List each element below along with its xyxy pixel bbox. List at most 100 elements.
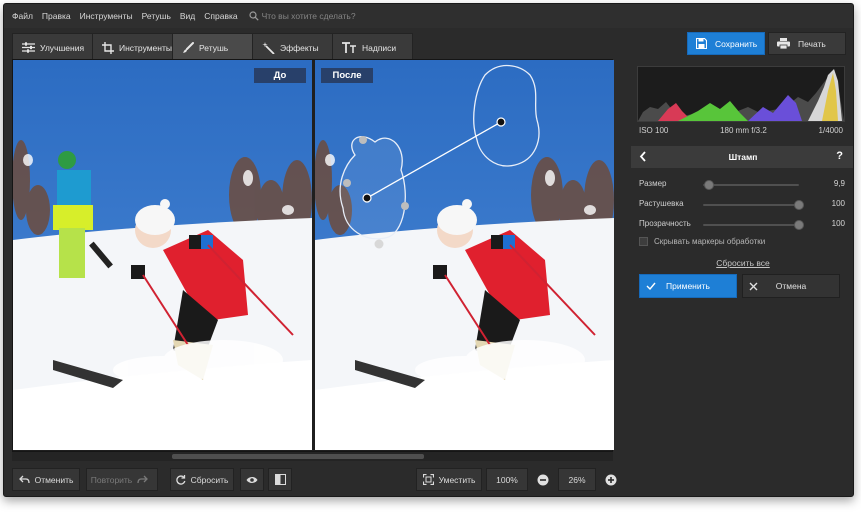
zoom-in-icon: [605, 474, 617, 485]
panel-title: Штамп: [728, 152, 758, 162]
zoom-out-button[interactable]: [532, 468, 554, 491]
redo-label: Повторить: [90, 474, 133, 485]
panel-header: Штамп ?: [631, 146, 853, 168]
fit-button[interactable]: Уместить: [416, 468, 482, 491]
crop-icon: [102, 41, 114, 54]
scrollbar-thumb[interactable]: [172, 454, 424, 459]
slider-size-label: Размер: [639, 179, 667, 188]
tab-tools-label: Инструменты: [118, 42, 172, 53]
slider-opacity-track[interactable]: [703, 224, 799, 226]
apply-button[interactable]: Применить: [639, 274, 737, 298]
slider-feather-track[interactable]: [703, 204, 799, 206]
histogram: [637, 66, 845, 122]
photo-after[interactable]: После: [315, 60, 614, 450]
exif-lens: 180 mm f/3.2: [720, 126, 767, 135]
magic-wand-icon: [262, 41, 275, 54]
menu-file[interactable]: Файл: [12, 11, 33, 21]
print-label: Печать: [798, 38, 826, 49]
tab-effects-label: Эффекты: [280, 42, 319, 53]
menu-bar: Файл Правка Инструменты Ретушь Вид Справ…: [4, 4, 853, 28]
slider-size-track[interactable]: [703, 184, 799, 186]
search-icon: [249, 11, 259, 21]
back-chevron-icon[interactable]: [639, 151, 647, 162]
fit-screen-icon: [422, 474, 434, 485]
zoom-level-display: 26%: [558, 468, 596, 491]
zoom-in-button[interactable]: [600, 468, 622, 491]
compare-toggle-button[interactable]: [268, 468, 292, 491]
zoom-out-icon: [537, 474, 549, 485]
save-icon: [696, 38, 707, 49]
image-canvas[interactable]: До После: [12, 59, 614, 452]
toolbar: Улучшения Инструменты Ретушь Эффекты Над…: [4, 28, 853, 61]
exif-shutter: 1/4000: [818, 126, 843, 135]
checkbox-box[interactable]: [639, 237, 648, 246]
slider-opacity[interactable]: Прозрачность 100: [639, 218, 849, 232]
slider-opacity-value: 100: [831, 219, 845, 228]
zoom-100-button[interactable]: 100%: [486, 468, 528, 491]
undo-icon: [18, 475, 30, 484]
print-button[interactable]: Печать: [768, 32, 846, 55]
slider-opacity-label: Прозрачность: [639, 219, 691, 228]
slider-size-thumb[interactable]: [703, 180, 714, 190]
brush-icon: [183, 41, 194, 53]
apply-label: Применить: [666, 281, 710, 291]
undo-label: Отменить: [34, 474, 74, 485]
tab-enhancements-label: Улучшения: [40, 42, 85, 53]
bottom-toolbar: Отменить Повторить Сбросить Уместить 100…: [4, 462, 622, 496]
command-search[interactable]: [249, 11, 392, 21]
slider-opacity-thumb[interactable]: [794, 220, 804, 230]
zoom-value: 26%: [568, 474, 586, 485]
cancel-button[interactable]: Отмена: [742, 274, 840, 298]
slider-size[interactable]: Размер 9,9: [639, 178, 849, 192]
before-label: До: [254, 68, 306, 83]
compare-icon: [274, 474, 286, 485]
slider-feather[interactable]: Растушевка 100: [639, 198, 849, 212]
menu-tools[interactable]: Инструменты: [80, 11, 133, 21]
menu-edit[interactable]: Правка: [42, 11, 71, 21]
cancel-label: Отмена: [775, 281, 807, 291]
tab-tools[interactable]: Инструменты: [92, 33, 173, 61]
reset-all-link[interactable]: Сбросить все: [631, 258, 853, 268]
tab-retouch[interactable]: Ретушь: [172, 33, 253, 61]
eye-icon: [246, 476, 258, 483]
horizontal-scrollbar[interactable]: [12, 452, 613, 461]
tab-enhancements[interactable]: Улучшения: [12, 33, 93, 61]
sliders-icon: [22, 42, 35, 53]
tab-effects[interactable]: Эффекты: [252, 33, 333, 61]
text-icon: [342, 42, 356, 53]
after-photo-image: [315, 60, 614, 450]
menu-view[interactable]: Вид: [180, 11, 195, 21]
tab-retouch-label: Ретушь: [199, 42, 229, 53]
tab-captions-label: Надписи: [362, 42, 397, 53]
tab-captions[interactable]: Надписи: [332, 33, 413, 61]
redo-icon: [137, 475, 149, 484]
printer-icon: [777, 38, 790, 49]
before-photo-image: [13, 60, 312, 450]
redo-button[interactable]: Повторить: [86, 468, 158, 491]
reset-button[interactable]: Сбросить: [170, 468, 234, 491]
exif-iso: ISO 100: [639, 126, 669, 135]
save-button[interactable]: Сохранить: [687, 32, 765, 55]
menu-help[interactable]: Справка: [204, 11, 237, 21]
histogram-graph: [638, 69, 844, 121]
fit-label: Уместить: [438, 474, 476, 485]
search-input[interactable]: [261, 11, 392, 21]
zoom-100-label: 100%: [496, 474, 518, 485]
undo-button[interactable]: Отменить: [12, 468, 80, 491]
preview-toggle-button[interactable]: [240, 468, 264, 491]
save-label: Сохранить: [715, 38, 758, 49]
menu-retouch[interactable]: Ретушь: [142, 11, 171, 21]
slider-feather-thumb[interactable]: [794, 200, 804, 210]
hide-markers-checkbox[interactable]: Скрывать маркеры обработки: [639, 237, 765, 246]
photo-before[interactable]: До: [13, 60, 312, 450]
right-panel: ISO 100 180 mm f/3.2 1/4000 Штамп ? Разм…: [631, 60, 853, 496]
slider-size-value: 9,9: [833, 179, 845, 188]
help-button[interactable]: ?: [836, 150, 843, 162]
reset-icon: [175, 474, 186, 485]
photo-editor-window: Файл Правка Инструменты Ретушь Вид Справ…: [3, 3, 854, 497]
hide-markers-label: Скрывать маркеры обработки: [654, 237, 766, 246]
slider-feather-value: 100: [831, 199, 845, 208]
reset-label: Сбросить: [190, 474, 229, 485]
exif-info: ISO 100 180 mm f/3.2 1/4000: [637, 126, 845, 138]
after-label: После: [321, 68, 373, 83]
